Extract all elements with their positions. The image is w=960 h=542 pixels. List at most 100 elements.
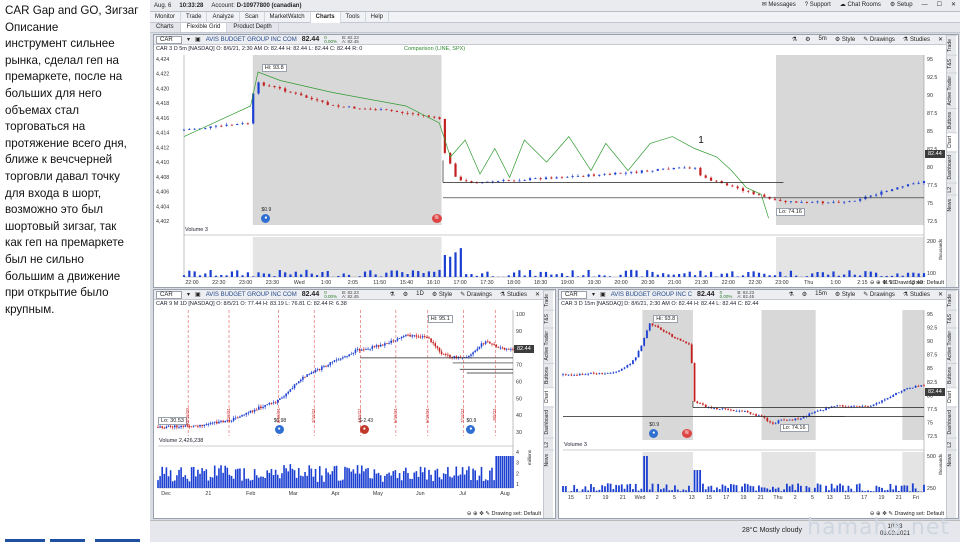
minimize-window-button[interactable]: —	[922, 2, 928, 8]
zoom-icon[interactable]: ⊖ ⊕ ✥ ✎	[870, 280, 895, 286]
earnings-icon[interactable]: ●	[359, 425, 369, 434]
sidetab-chart[interactable]: Chart	[946, 132, 957, 152]
price-chart[interactable]: 9592.59087.58582.58077.57572.515 17 19 21 We…	[559, 290, 946, 518]
candle-body	[816, 410, 819, 412]
earnings-icon[interactable]: ●	[274, 425, 284, 434]
sidetab-trade[interactable]: Trade	[946, 35, 957, 55]
volume-bar	[495, 456, 497, 488]
volume-bar	[683, 273, 686, 277]
candle-body	[459, 176, 462, 181]
volume-bar	[693, 275, 697, 277]
sidetab-news[interactable]: News	[946, 195, 957, 215]
volume-bar	[623, 488, 626, 492]
candle-body	[799, 418, 802, 420]
sidetab-news[interactable]: News	[543, 450, 554, 470]
sidetab-chart[interactable]: Chart	[946, 387, 957, 407]
candle-body	[419, 336, 422, 338]
menu-charts[interactable]: Charts	[310, 12, 341, 23]
time-axis-label: Wed	[294, 280, 305, 286]
sidetab-l2[interactable]: L2	[543, 437, 554, 451]
sidetab-dashboard[interactable]: Dashboard	[543, 406, 554, 438]
volume-bar	[896, 273, 899, 277]
dividend-icon[interactable]: ≋	[681, 429, 692, 438]
drawing-set-label[interactable]: ⊖ ⊕ ✥ ✎ Drawing set: Default	[870, 280, 944, 286]
price-chart[interactable]: 9592.59087.58582.58077.57572.54,4244,422…	[154, 35, 946, 287]
sidetab-trade[interactable]: Trade	[543, 290, 554, 310]
volume-bar	[211, 477, 214, 488]
volume-bar	[386, 473, 388, 488]
subtab-charts[interactable]: Charts	[150, 23, 181, 32]
volume-bar	[486, 480, 489, 488]
volume-bar	[867, 490, 869, 492]
chat-rooms-button[interactable]: ☁ Chat Rooms	[840, 1, 881, 8]
menu-monitor[interactable]: Monitor	[150, 12, 182, 23]
candle-body	[819, 410, 822, 412]
volume-bar	[247, 478, 250, 488]
volume-bar	[423, 467, 426, 488]
messages-button[interactable]: ✉ Messages	[762, 1, 796, 8]
candle-body	[478, 346, 481, 349]
candle-body	[402, 335, 405, 337]
volume-bar	[489, 470, 491, 488]
volume-bar	[205, 469, 208, 488]
close-window-button[interactable]: ✕	[951, 1, 956, 8]
menu-scan[interactable]: Scan	[240, 12, 265, 23]
volume-bar	[598, 489, 601, 492]
volume-bar	[560, 273, 564, 277]
sidetab-news[interactable]: News	[946, 450, 957, 470]
menu-analyze[interactable]: Analyze	[207, 12, 240, 23]
menu-tools[interactable]: Tools	[341, 12, 366, 23]
maximize-window-button[interactable]: ☐	[937, 1, 942, 8]
candle-body	[906, 184, 910, 187]
candle-body	[709, 177, 713, 181]
sidetab-l2[interactable]: L2	[946, 182, 957, 196]
dividend-icon[interactable]: ≋	[431, 214, 442, 223]
sidetab-chart[interactable]: Chart	[543, 387, 554, 407]
sidetab-active-trader[interactable]: Active Trader	[946, 71, 957, 109]
subtab-flexible-grid[interactable]: Flexible Grid	[180, 23, 228, 32]
volume-bar	[749, 485, 752, 492]
volume-bar	[352, 469, 355, 488]
candle-body	[304, 376, 306, 378]
volume-bar	[844, 490, 847, 492]
setup-button[interactable]: ⚙ Setup	[890, 1, 913, 8]
volume-bar	[209, 270, 212, 277]
time-axis-label: 17:30	[480, 280, 493, 286]
subtab-product-depth[interactable]: Product Depth	[227, 23, 279, 32]
volume-bar	[220, 274, 223, 277]
volume-bar	[188, 481, 191, 488]
volume-bar	[436, 468, 439, 488]
menu-help[interactable]: Help	[366, 12, 390, 23]
sidetab-t-s[interactable]: T&S	[543, 309, 554, 327]
sidetab-t-s[interactable]: T&S	[946, 54, 957, 72]
candle-body	[725, 183, 729, 186]
sidetab-buttons[interactable]: Buttons	[543, 363, 554, 388]
menu-marketwatch[interactable]: MarketWatch	[265, 12, 311, 23]
account-selector[interactable]: D-10977800 (canadian)	[237, 3, 302, 9]
sidetab-buttons[interactable]: Buttons	[946, 108, 957, 133]
time-axis-label: 20:00	[614, 280, 627, 286]
volume-bar	[889, 483, 892, 492]
support-button[interactable]: ? Support	[805, 2, 831, 8]
weather-widget[interactable]: 28°C Mostly cloudy	[742, 527, 802, 534]
price-chart[interactable]: 10090807060504030Dec21FebMarAprMayJunJul…	[154, 290, 543, 518]
volume-bar	[746, 484, 749, 492]
drawing-set-label[interactable]: ⊖ ⊕ ✥ ✎ Drawing set: Default	[467, 511, 541, 517]
sidetab-active-trader[interactable]: Active Trader	[946, 326, 957, 364]
candle-body	[188, 426, 191, 427]
sidetab-trade[interactable]: Trade	[946, 290, 957, 310]
sidetab-dashboard[interactable]: Dashboard	[946, 406, 957, 438]
volume-bar	[419, 466, 422, 488]
volume-bar	[906, 272, 910, 277]
time-axis-label: Dec	[161, 491, 171, 497]
sidetab-dashboard[interactable]: Dashboard	[946, 151, 957, 183]
volume-bar	[724, 485, 727, 492]
volume-bar	[475, 275, 478, 277]
menu-trade[interactable]: Trade	[181, 12, 208, 23]
sidetab-l2[interactable]: L2	[946, 437, 957, 451]
sidetab-t-s[interactable]: T&S	[946, 309, 957, 327]
candle-body	[730, 409, 732, 411]
zoom-icon[interactable]: ⊖ ⊕ ✥ ✎	[467, 511, 492, 517]
sidetab-buttons[interactable]: Buttons	[946, 363, 957, 388]
sidetab-active-trader[interactable]: Active Trader	[543, 326, 554, 364]
